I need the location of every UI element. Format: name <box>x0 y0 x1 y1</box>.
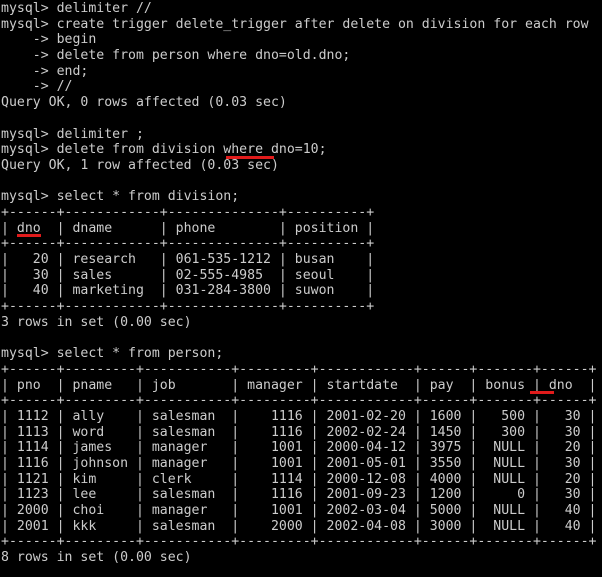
terminal-output: mysql> delimiter //mysql> create trigger… <box>1 1 602 566</box>
terminal-line: | dno | dname | phone | position | <box>1 220 375 236</box>
terminal-line: mysql> select * from person; <box>1 346 224 362</box>
terminal-line: -> // <box>1 79 73 95</box>
terminal-line: mysql> delimiter ; <box>1 126 144 142</box>
terminal-line: Query OK, 1 row affected (0.03 sec) <box>1 157 279 173</box>
terminal-line: | 20 | research | 061-535-1212 | busan | <box>1 252 375 267</box>
terminal-line: | 1121 | kim | clerk | 1114 | 2000-12-08… <box>1 471 597 487</box>
underline-marker-dno <box>530 391 555 394</box>
terminal-line: | 1113 | word | salesman | 1116 | 2002-0… <box>1 424 597 440</box>
terminal-line: mysql> delimiter // <box>1 1 152 16</box>
terminal-line: | 2001 | kkk | salesman | 2000 | 2002-04… <box>1 518 597 534</box>
terminal-line: +------+---------+-----------+---------+… <box>1 361 597 377</box>
terminal-line: +------+------------+--------------+----… <box>1 299 375 315</box>
terminal-line: | 2000 | choi | manager | 1001 | 2002-03… <box>1 503 597 518</box>
terminal-line: 8 rows in set (0.00 sec) <box>1 550 192 566</box>
underline-marker-dno-10 <box>225 155 274 159</box>
terminal-line: Query OK, 0 rows affected (0.03 sec) <box>1 95 287 111</box>
terminal-line: -> delete from person where dno=old.dno; <box>1 48 351 64</box>
terminal-window[interactable]: mysql> delimiter //mysql> create trigger… <box>0 0 602 577</box>
terminal-line: | 40 | marketing | 031-284-3800 | suwon … <box>1 283 375 299</box>
terminal-line: +------+------------+--------------+----… <box>1 204 375 220</box>
terminal-line: | 30 | sales | 02-555-4985 | seoul | <box>1 267 375 283</box>
terminal-line: +------+------------+--------------+----… <box>1 236 375 252</box>
terminal-line: | 1114 | james | manager | 1001 | 2000-0… <box>1 440 597 456</box>
terminal-line: 3 rows in set (0.00 sec) <box>1 314 192 330</box>
terminal-line: | 1123 | lee | salesman | 1116 | 2001-09… <box>1 487 597 503</box>
terminal-line: +------+---------+-----------+---------+… <box>1 393 597 409</box>
terminal-line: -> begin <box>1 32 97 48</box>
terminal-line: mysql> select * from division; <box>1 189 240 205</box>
terminal-line: | pno | pname | job | manager | startdat… <box>1 377 597 393</box>
underline-marker-dno <box>17 234 42 237</box>
terminal-line: | 1112 | ally | salesman | 1116 | 2001-0… <box>1 408 597 424</box>
terminal-line: +------+---------+-----------+---------+… <box>1 534 597 550</box>
terminal-line: | 1116 | johnson | manager | 1001 | 2001… <box>1 455 597 471</box>
terminal-line: -> end; <box>1 63 89 79</box>
terminal-line: mysql> delete from division where dno=10… <box>1 142 327 158</box>
terminal-line: mysql> create trigger delete_trigger aft… <box>1 16 589 32</box>
